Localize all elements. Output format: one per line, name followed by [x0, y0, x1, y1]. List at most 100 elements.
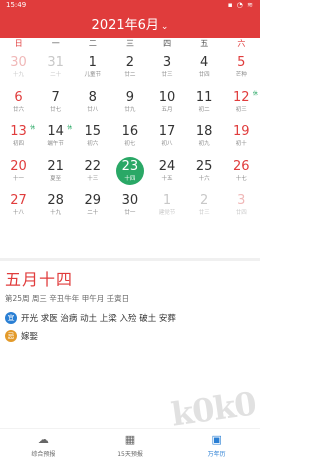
- yi-row: 宜 开光 求医 治病 动土 上梁 入殓 破土 安葬: [5, 311, 176, 325]
- ganzhi-info: 第25周 周三 辛丑牛年 甲午月 壬寅日: [5, 294, 130, 303]
- day-number: 22: [84, 158, 102, 174]
- calendar-day[interactable]: 3 廿四: [223, 190, 260, 225]
- app-header: 15:49 ▪ ◔ ≋ 2021年6月 ⌄: [0, 0, 260, 38]
- calendar-day[interactable]: 21 夏至: [37, 156, 74, 191]
- weekday-label: 五: [200, 39, 209, 48]
- lunar-day: 初四: [13, 141, 25, 147]
- calendar-day[interactable]: 1 儿童节: [74, 52, 111, 87]
- calendar-day[interactable]: 19 初十: [223, 121, 260, 156]
- calendar-day[interactable]: 28 十九: [37, 190, 74, 225]
- lunar-day: 夏至: [50, 175, 62, 182]
- calendar-day[interactable]: 2 廿三: [186, 190, 223, 225]
- day-number: 28: [47, 193, 64, 208]
- calendar-day[interactable]: 17 初八: [149, 121, 186, 156]
- day-number: 17: [158, 124, 176, 139]
- bottom-tab-bar: ☁ 综合预报 ▦ 15天预报 ▣ 万年历: [0, 428, 260, 462]
- calendar-grid: 30 十九 31 二十 1 儿童节 2 廿二 3 廿三 4 廿四 5 芒种 6 廿六 7 廿七 8 廿八 9 廿九 10 五月…: [0, 52, 260, 260]
- calendar-day[interactable]: 29 二十: [74, 190, 111, 225]
- lunar-day: 十九: [50, 210, 62, 216]
- yi-text: 开光 求医 治病 动土 上梁 入殓 破土 安葬: [21, 314, 176, 324]
- calendar-day[interactable]: 8 廿八: [74, 87, 111, 122]
- lunar-day: 初三: [235, 106, 247, 113]
- calendar-day[interactable]: 10 五月: [149, 87, 186, 122]
- month-title: 2021年6月: [91, 18, 159, 33]
- weekday-label: 日: [14, 39, 23, 48]
- status-icons: ▪ ◔ ≋: [227, 1, 254, 9]
- day-number: 31: [47, 55, 64, 70]
- weekday-label: 四: [163, 39, 172, 48]
- calendar-day[interactable]: 12 初三休: [223, 87, 260, 122]
- calendar-day[interactable]: 2 廿二: [111, 52, 148, 87]
- day-number: 24: [158, 158, 176, 174]
- weekday-label: 一: [51, 39, 60, 48]
- calendar-day[interactable]: 13 初四休: [0, 121, 37, 156]
- calendar-day[interactable]: 4 廿四: [186, 52, 223, 87]
- day-number: 27: [10, 193, 27, 208]
- calendar-day[interactable]: 26 十七: [223, 156, 260, 191]
- weather-icon: ☁: [37, 433, 49, 446]
- holiday-badge: 休: [30, 125, 36, 131]
- lunar-day: 二十: [87, 210, 99, 216]
- day-number: 25: [195, 158, 213, 174]
- lunar-day: 十一: [13, 175, 25, 182]
- day-number: 18: [195, 124, 213, 139]
- calendar-day[interactable]: 14 端午节休: [37, 121, 74, 156]
- divider: [0, 258, 260, 261]
- day-number: 30: [10, 55, 27, 70]
- lunar-day: 初二: [198, 106, 210, 113]
- tab-forecast15[interactable]: ▦ 15天预报: [87, 429, 174, 462]
- day-number: 2: [125, 55, 135, 70]
- weekday-label: 六: [237, 39, 246, 48]
- lunar-day: 廿三: [198, 210, 210, 216]
- day-number: 1: [88, 55, 97, 70]
- lunar-day: 廿九: [124, 106, 136, 113]
- day-number: 11: [195, 89, 213, 105]
- calendar-day[interactable]: 1 建党节: [149, 190, 186, 225]
- day-number: 26: [233, 158, 250, 174]
- lunar-day: 芒种: [235, 72, 247, 78]
- calendar-day[interactable]: 6 廿六: [0, 87, 37, 122]
- tab-overview[interactable]: ☁ 综合预报: [0, 429, 87, 462]
- calendar-day[interactable]: 20 十一: [0, 156, 37, 191]
- lunar-day: 廿八: [87, 106, 99, 113]
- calendar-day[interactable]: 25 十六: [186, 156, 223, 191]
- month-selector[interactable]: 2021年6月 ⌄: [0, 14, 260, 33]
- weekday-label: 二: [88, 39, 97, 48]
- lunar-day: 初十: [235, 141, 247, 147]
- calendar-day[interactable]: 11 初二: [186, 87, 223, 122]
- day-number: 3: [237, 193, 246, 208]
- lunar-day: 十八: [13, 210, 25, 216]
- calendar-day[interactable]: 7 廿七: [37, 87, 74, 122]
- day-number: 10: [158, 89, 176, 105]
- calendar-week-row: 6 廿六 7 廿七 8 廿八 9 廿九 10 五月 11 初二 12 初三休: [0, 87, 260, 122]
- calendar-day[interactable]: 5 芒种: [223, 52, 260, 87]
- calendar-day[interactable]: 30 廿一: [111, 190, 148, 225]
- day-number: 4: [200, 55, 209, 70]
- lunar-day: 初六: [87, 141, 99, 147]
- lunar-day: 十六: [198, 175, 210, 182]
- calendar-day[interactable]: 30 十九: [0, 52, 37, 87]
- calendar-day[interactable]: 24 十五: [149, 156, 186, 191]
- lunar-day: 十九: [13, 72, 25, 78]
- calendar-day[interactable]: 27 十八: [0, 190, 37, 225]
- calendar-day[interactable]: 18 初九: [186, 121, 223, 156]
- calendar-day[interactable]: 16 初七: [111, 121, 148, 156]
- calendar-day[interactable]: 3 廿三: [149, 52, 186, 87]
- day-number: 29: [84, 193, 102, 208]
- calendar-day[interactable]: 15 初六: [74, 121, 111, 156]
- chevron-down-icon: ⌄: [160, 22, 169, 32]
- lunar-day: 初九: [198, 141, 210, 147]
- lunar-day: 二十: [50, 72, 62, 78]
- lunar-day: 廿七: [50, 106, 62, 113]
- tab-label: 万年历: [207, 451, 226, 458]
- lunar-day: 廿四: [198, 72, 210, 78]
- calendar-day[interactable]: 31 二十: [37, 52, 74, 87]
- watermark-logo: k0k0: [168, 384, 259, 434]
- forecast-icon: ▦: [124, 433, 136, 446]
- tab-calendar[interactable]: ▣ 万年历: [173, 429, 260, 462]
- calendar-day-today[interactable]: 23 十四: [111, 156, 148, 191]
- calendar-day[interactable]: 9 廿九: [111, 87, 148, 122]
- day-number: 30: [121, 193, 139, 208]
- calendar-day[interactable]: 22 十三: [74, 156, 111, 191]
- lunar-day: 廿二: [124, 72, 136, 78]
